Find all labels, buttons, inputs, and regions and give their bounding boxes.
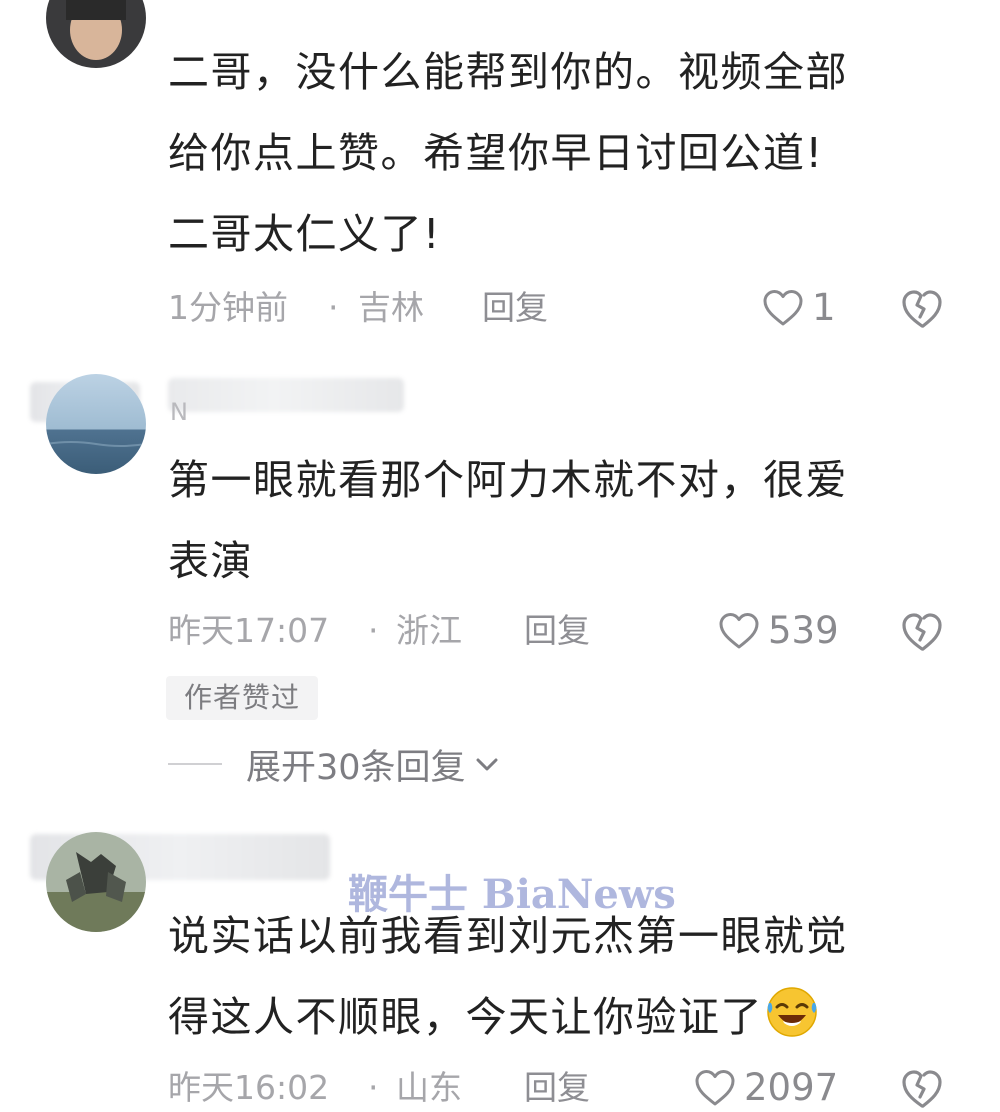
comment-list: 二哥，没什么能帮到你的。视频全部 给你点上赞。希望你早日讨回公道! 二哥太仁义了… [0, 0, 1000, 1112]
avatar[interactable] [46, 832, 146, 932]
heart-icon [695, 1070, 735, 1106]
laughing-crying-emoji-icon [767, 987, 817, 1037]
comment-line: 得这人不顺眼，今天让你验证了 [168, 977, 924, 1058]
meta-separator: · [368, 1068, 379, 1107]
comment-line: 说实话以前我看到刘元杰第一眼就觉 [168, 912, 848, 960]
like-button[interactable]: 2097 [694, 1063, 838, 1112]
like-count: 2097 [744, 1066, 839, 1109]
comment-region: 山东 [396, 1068, 462, 1107]
comment-time: 昨天16:02 [168, 1068, 330, 1107]
reply-button[interactable]: 回复 [524, 1063, 590, 1112]
comment-meta: 昨天16:02 · 山东 回复 2097 [168, 1063, 1000, 1112]
comment-line-text: 得这人不顺眼，今天让你验证了 [168, 993, 763, 1041]
dislike-icon[interactable] [900, 1067, 944, 1111]
comment-body: 说实话以前我看到刘元杰第一眼就觉 得这人不顺眼，今天让你验证了 [168, 896, 924, 1058]
comment-item: 鞭牛士 BiaNews 说实话以前我看到刘元杰第一眼就觉 得这人不顺眼，今天让你… [0, 0, 1000, 1112]
